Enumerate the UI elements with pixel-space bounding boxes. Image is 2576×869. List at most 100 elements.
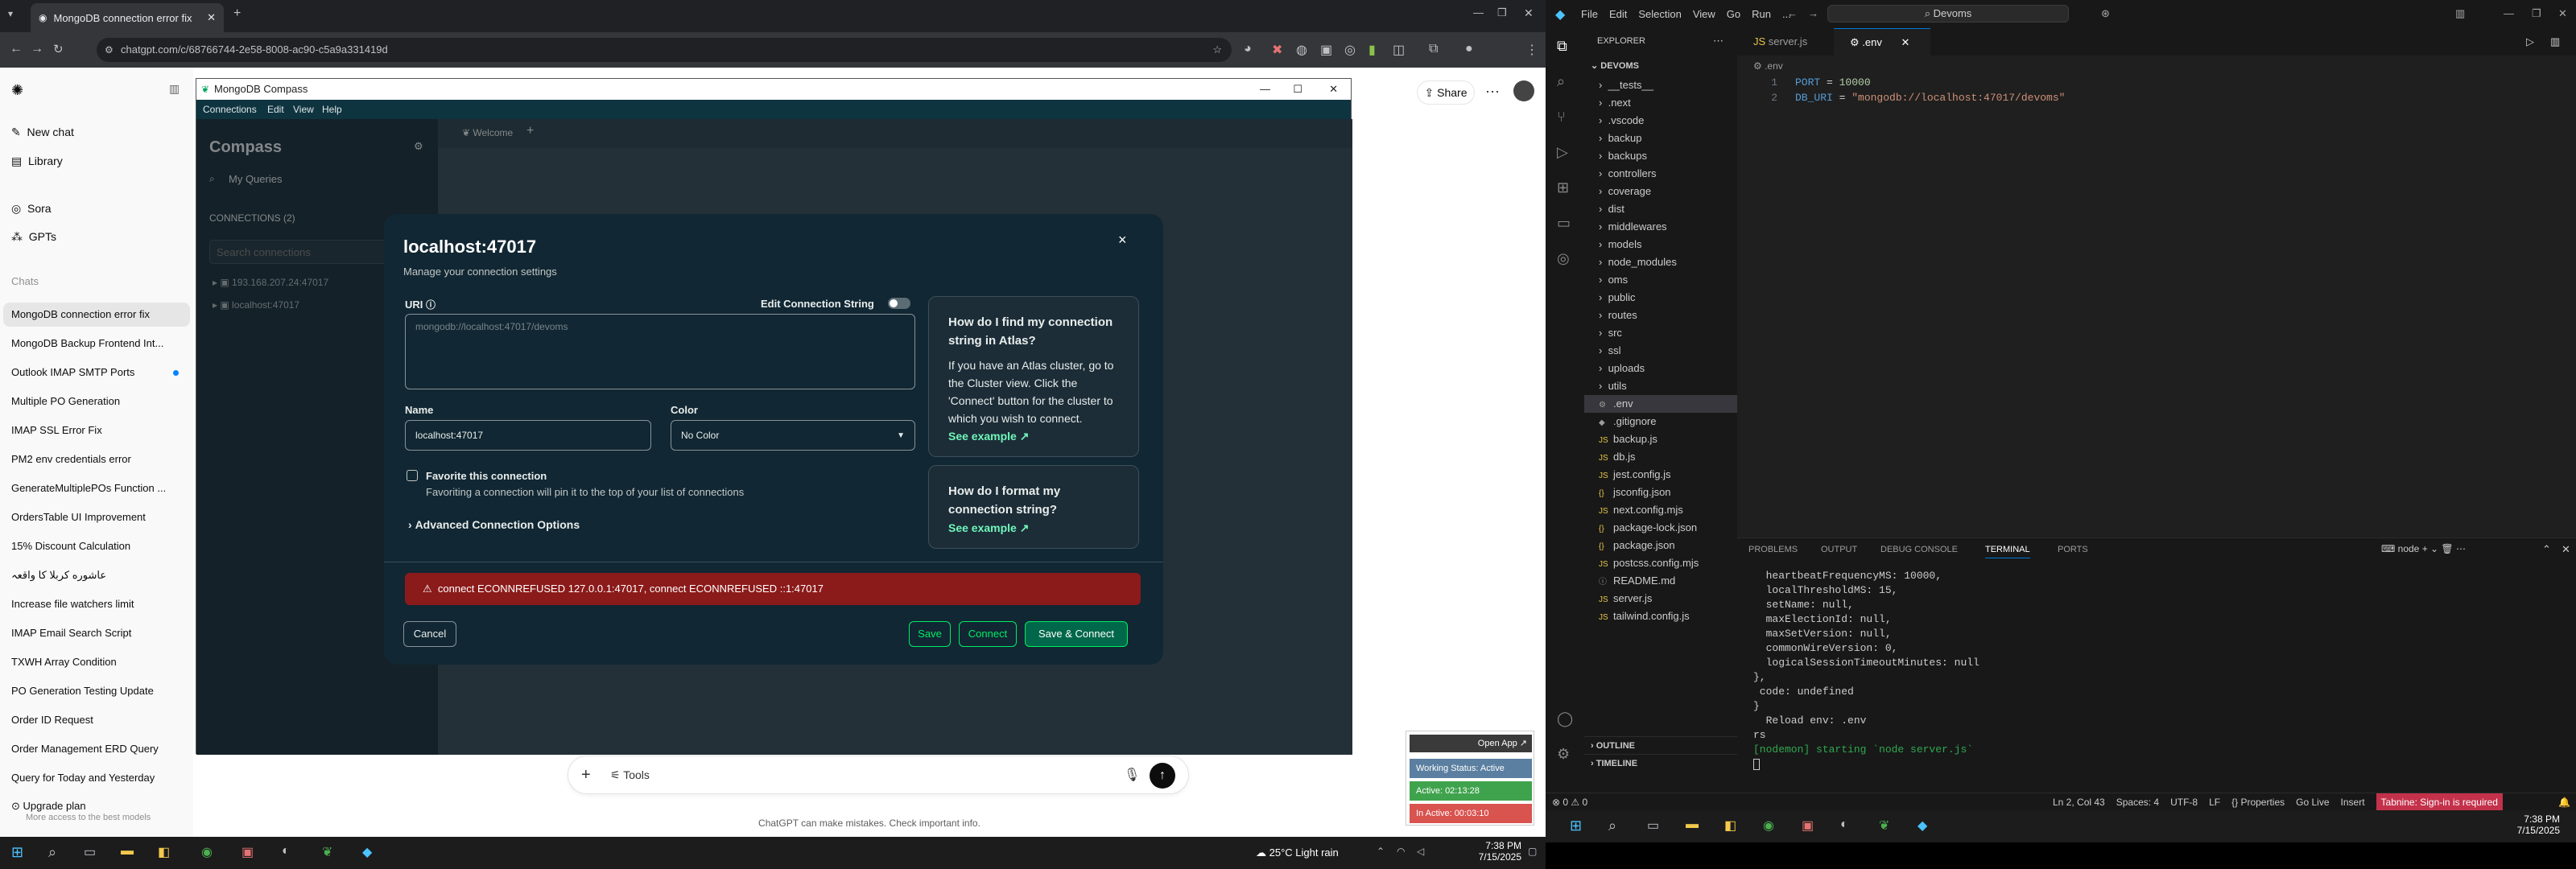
extension-icon[interactable]: ◫ xyxy=(1393,42,1405,58)
menu-connections[interactable]: Connections xyxy=(203,100,257,119)
compass-taskbar-icon[interactable]: ❦ xyxy=(1879,818,1889,834)
copilot-icon[interactable]: ⊛ xyxy=(2101,7,2110,20)
folder-item[interactable]: › controllers xyxy=(1584,165,1737,183)
menu-item[interactable]: View xyxy=(1693,8,1715,20)
chat-list-item[interactable]: IMAP Email Search Script xyxy=(0,621,193,645)
app-icon[interactable]: ◐ xyxy=(282,844,290,859)
timeline-section[interactable]: › TIMELINE xyxy=(1584,754,1737,772)
chat-list-item[interactable]: Increase file watchers limit xyxy=(0,592,193,616)
file-explorer-icon[interactable]: ▬ xyxy=(121,844,134,859)
folder-item[interactable]: › node_modules xyxy=(1584,253,1737,271)
app-icon[interactable]: ▣ xyxy=(1802,818,1814,834)
minimize-icon[interactable]: — xyxy=(1473,6,1484,19)
run-debug-icon[interactable]: ▷ xyxy=(1557,144,1568,161)
chat-list-item[interactable]: OrdersTable UI Improvement xyxy=(0,505,193,529)
search-icon[interactable]: ⌕ xyxy=(1608,818,1616,834)
layout-icon[interactable]: ▥ xyxy=(2455,7,2465,20)
app-icon[interactable]: ◐ xyxy=(1840,818,1848,832)
editor-tab[interactable]: JS server.js xyxy=(1737,28,1834,56)
file-item[interactable]: ⚙ .env xyxy=(1584,395,1737,413)
close-panel-icon[interactable]: ✕ xyxy=(2562,543,2570,556)
see-example-link[interactable]: See example ↗ xyxy=(948,519,1119,537)
editor-tab-active[interactable]: ⚙ .env ✕ xyxy=(1834,28,1930,56)
maximize-icon[interactable]: ❐ xyxy=(2532,7,2541,20)
project-root[interactable]: ⌄ DEVOMS xyxy=(1591,60,1639,71)
compass-taskbar-icon[interactable]: ❦ xyxy=(322,844,332,860)
chat-list-item[interactable]: Outlook IMAP SMTP Ports xyxy=(0,360,193,385)
close-modal-icon[interactable]: × xyxy=(1118,232,1127,249)
command-center-search[interactable]: ⌕ Devoms xyxy=(1827,5,2069,23)
upgrade-plan[interactable]: ⊙ Upgrade plan More access to the best m… xyxy=(11,800,151,822)
folder-item[interactable]: › __tests__ xyxy=(1584,76,1737,94)
cancel-button[interactable]: Cancel xyxy=(403,621,456,647)
folder-item[interactable]: › .vscode xyxy=(1584,112,1737,130)
store-icon[interactable]: ◧ xyxy=(158,844,170,860)
nav-sora[interactable]: ◎ Sora xyxy=(11,202,52,216)
folder-item[interactable]: › models xyxy=(1584,236,1737,253)
forward-icon[interactable]: → xyxy=(31,42,43,56)
chat-list-item[interactable]: MongoDB Backup Frontend Int... xyxy=(0,332,193,356)
add-attachment-icon[interactable]: + xyxy=(581,766,591,785)
outline-section[interactable]: › OUTLINE xyxy=(1584,736,1737,754)
edit-connection-string-toggle[interactable] xyxy=(888,298,910,309)
chat-list-item[interactable]: Query for Today and Yesterday xyxy=(0,766,193,790)
chrome-icon[interactable]: ◉ xyxy=(1763,818,1774,834)
status-item[interactable]: Ln 2, Col 43 xyxy=(2053,793,2105,811)
problems-count[interactable]: ⊗ 0 ⚠ 0 xyxy=(1552,793,1587,811)
file-item[interactable]: {} package-lock.json xyxy=(1584,519,1737,537)
file-item[interactable]: ⓘ README.md xyxy=(1584,572,1737,590)
nav-library[interactable]: ▤ Library xyxy=(11,154,63,168)
notifications-icon[interactable]: ▢ xyxy=(1528,846,1537,857)
status-item[interactable]: Insert xyxy=(2341,793,2365,811)
panel-tab[interactable]: PORTS xyxy=(2058,545,2088,554)
copilot-icon[interactable]: ◎ xyxy=(1557,250,1570,267)
run-icon[interactable]: ▷ xyxy=(2526,35,2534,48)
split-editor-icon[interactable]: ▥ xyxy=(2550,35,2560,48)
folder-item[interactable]: › backup xyxy=(1584,130,1737,147)
search-icon[interactable]: ⌕ xyxy=(1557,73,1565,90)
clock[interactable]: 7:38 PM 7/15/2025 xyxy=(2496,813,2560,836)
terminal-output[interactable]: heartbeatFrequencyMS: 10000, localThresh… xyxy=(1753,569,2558,770)
chat-list-item[interactable]: Order Management ERD Query xyxy=(0,737,193,761)
close-tab-icon[interactable]: ✕ xyxy=(1901,36,1909,48)
favorite-checkbox[interactable] xyxy=(407,470,418,481)
folder-item[interactable]: › middlewares xyxy=(1584,218,1737,236)
name-input[interactable]: localhost:47017 xyxy=(405,420,651,451)
menu-item[interactable]: File xyxy=(1581,8,1598,20)
chat-list-item[interactable]: IMAP SSL Error Fix xyxy=(0,418,193,443)
nav-forward-icon[interactable]: → xyxy=(1808,7,1818,19)
menu-item[interactable]: Selection xyxy=(1638,8,1681,20)
extension-icon[interactable]: ✖ xyxy=(1272,42,1282,58)
folder-item[interactable]: › .next xyxy=(1584,94,1737,112)
maximize-panel-icon[interactable]: ⌃ xyxy=(2542,543,2551,556)
color-select[interactable]: No Color ▼ xyxy=(671,420,915,451)
menu-item[interactable]: Go xyxy=(1727,8,1740,20)
file-item[interactable]: JS jest.config.js xyxy=(1584,466,1737,484)
menu-item[interactable]: Edit xyxy=(1609,8,1627,20)
source-control-icon[interactable]: ⑂ xyxy=(1557,109,1566,126)
see-example-link[interactable]: See example ↗ xyxy=(948,427,1119,445)
chat-list-item[interactable]: TXWH Array Condition xyxy=(0,650,193,674)
bell-icon[interactable]: 🔔 xyxy=(2558,793,2570,811)
chat-list-item[interactable]: Multiple PO Generation xyxy=(0,389,193,414)
reload-icon[interactable]: ↻ xyxy=(53,42,64,56)
file-item[interactable]: JS next.config.mjs xyxy=(1584,501,1737,519)
folder-item[interactable]: › utils xyxy=(1584,377,1737,395)
tools-button[interactable]: ⚟ Tools xyxy=(610,768,650,782)
menu-item[interactable]: Run xyxy=(1752,8,1771,20)
extensions-icon[interactable]: ⊞ xyxy=(1557,179,1569,196)
file-item[interactable]: ◆ .gitignore xyxy=(1584,413,1737,430)
maximize-icon[interactable]: ☐ xyxy=(1293,79,1302,100)
info-icon[interactable]: ⓘ xyxy=(426,299,436,311)
extension-icon[interactable]: ◎ xyxy=(1344,42,1356,58)
chat-list-item[interactable]: PM2 env credentials error xyxy=(0,447,193,472)
folder-item[interactable]: › dist xyxy=(1584,200,1737,218)
back-icon[interactable]: ← xyxy=(10,42,23,56)
chat-list-item[interactable]: Order ID Request xyxy=(0,708,193,732)
vscode-icon[interactable]: ◆ xyxy=(362,844,372,860)
more-actions-icon[interactable]: ⋯ xyxy=(1713,35,1724,47)
extension-icon[interactable]: ▣ xyxy=(1320,42,1332,58)
status-item[interactable]: Spaces: 4 xyxy=(2116,793,2159,811)
folder-item[interactable]: › oms xyxy=(1584,271,1737,289)
panel-tab[interactable]: DEBUG CONSOLE xyxy=(1880,545,1958,554)
